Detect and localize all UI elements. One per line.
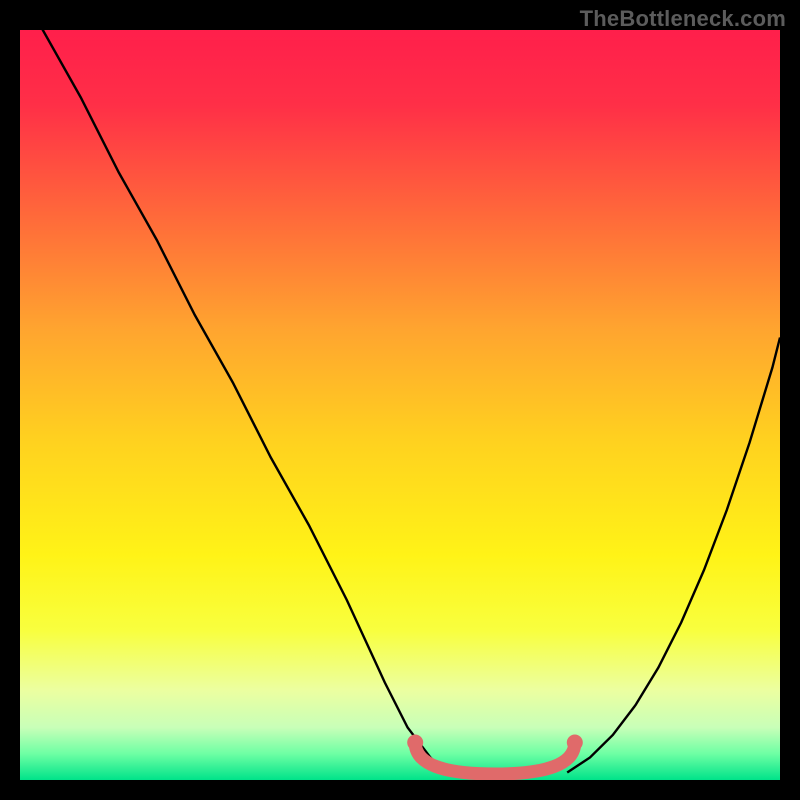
band-end-dot-left [407, 735, 423, 751]
plot-area [20, 30, 780, 780]
curve-right [567, 338, 780, 773]
curve-left [20, 30, 446, 773]
chart-frame: TheBottleneck.com [0, 0, 800, 800]
watermark-text: TheBottleneck.com [580, 6, 786, 32]
chart-curves [20, 30, 780, 780]
valley-band [415, 743, 575, 775]
band-end-dot-right [567, 735, 583, 751]
